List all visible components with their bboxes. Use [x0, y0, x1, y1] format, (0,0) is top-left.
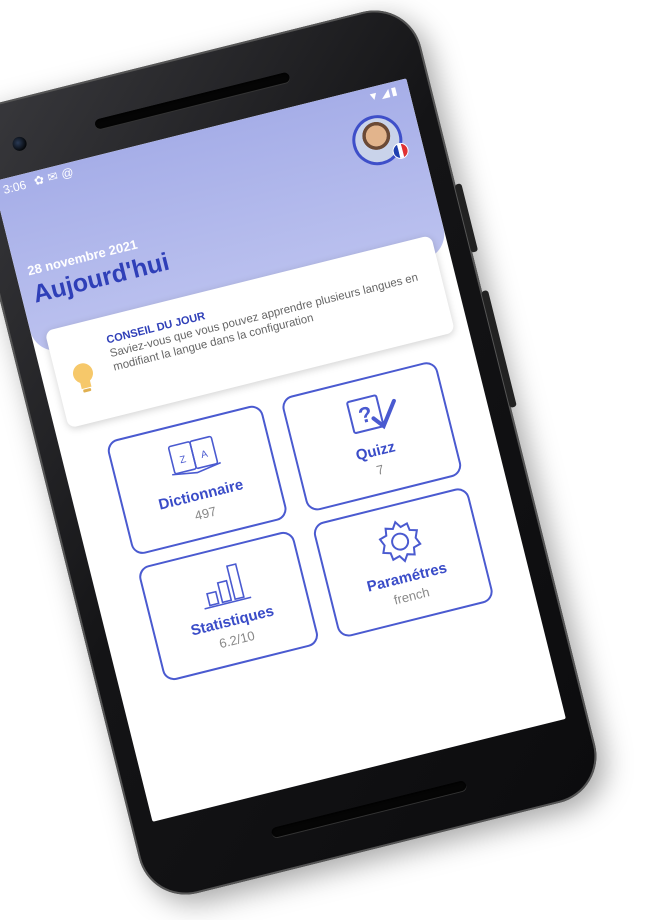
svg-text:A: A	[200, 449, 209, 461]
home-icon[interactable]	[341, 723, 356, 739]
recent-apps-icon[interactable]	[461, 693, 476, 709]
phone-frame: 3:06 ✿✉@ ▼◢▮ 28 novembre 2021 Aujourd'hu…	[0, 0, 607, 905]
status-right-icons: ▼◢▮	[367, 84, 401, 104]
back-icon[interactable]	[223, 752, 237, 769]
svg-text:Z: Z	[179, 454, 188, 466]
avatar[interactable]	[347, 109, 411, 171]
settings-tile[interactable]: Paramétres french	[311, 485, 496, 640]
quiz-tile[interactable]: ? Quizz 7	[279, 359, 464, 513]
status-left-icons: ✿✉@	[32, 164, 78, 188]
front-camera	[11, 135, 29, 153]
bottom-speaker	[270, 780, 468, 839]
power-button[interactable]	[454, 183, 479, 253]
status-time: 3:06	[1, 177, 28, 197]
volume-button[interactable]	[481, 289, 517, 409]
dictionary-tile[interactable]: Z A Dictionnaire 497	[105, 403, 290, 557]
france-flag-icon	[390, 141, 411, 161]
at-icon: @	[59, 163, 79, 182]
battery-icon: ▮	[389, 84, 401, 99]
svg-text:?: ?	[356, 401, 375, 429]
statistics-tile[interactable]: Statistiques 6.2/10	[136, 529, 321, 683]
lightbulb-icon	[72, 363, 93, 393]
